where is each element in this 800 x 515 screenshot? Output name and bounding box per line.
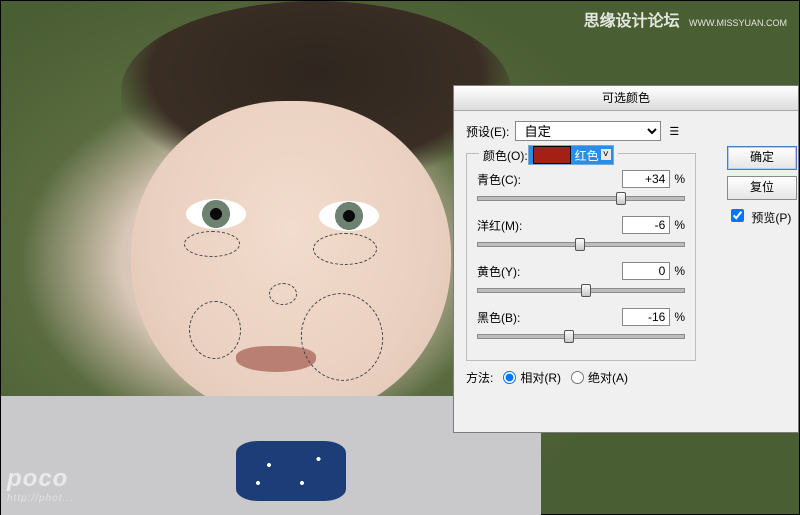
absolute-radio[interactable]	[571, 371, 584, 384]
reset-button[interactable]: 复位	[727, 176, 797, 200]
slider-black: 黑色(B): %	[477, 308, 685, 342]
slider-thumb[interactable]	[581, 284, 591, 297]
selection-marquee[interactable]	[269, 283, 297, 305]
subject-eye-right	[319, 201, 379, 231]
percent-label: %	[674, 172, 685, 186]
slider-label: 黄色(Y):	[477, 263, 622, 280]
method-row: 方法: 相对(R) 绝对(A)	[466, 369, 790, 386]
slider-value-input[interactable]	[622, 262, 670, 280]
slider-value-input[interactable]	[622, 216, 670, 234]
slider-track[interactable]	[477, 190, 685, 204]
watermark-chinese: 思缘设计论坛	[584, 13, 680, 30]
preset-select[interactable]: 自定	[515, 121, 661, 141]
slider-cyan: 青色(C): %	[477, 170, 685, 204]
preview-label: 预览(P)	[751, 211, 791, 225]
watermark-bottom-left: poco http://phot...	[7, 465, 74, 504]
preset-menu-icon[interactable]: ☰	[669, 125, 679, 138]
slider-thumb[interactable]	[616, 192, 626, 205]
chevron-down-icon: ˅	[601, 149, 611, 160]
slider-thumb[interactable]	[575, 238, 585, 251]
slider-value-input[interactable]	[622, 170, 670, 188]
dialog-body: 确定 复位 预览(P) 预设(E): 自定 ☰ 颜色(O):	[454, 111, 798, 433]
slider-label: 洋红(M):	[477, 217, 622, 234]
subject-face	[131, 101, 451, 421]
selection-marquee[interactable]	[184, 231, 240, 257]
color-group: 颜色(O): 红色 ˅ 青色(C): %	[466, 153, 696, 361]
slider-track[interactable]	[477, 328, 685, 342]
relative-radio[interactable]	[503, 371, 516, 384]
method-label: 方法:	[466, 369, 493, 386]
slider-label: 青色(C):	[477, 171, 622, 188]
slider-yellow: 黄色(Y): %	[477, 262, 685, 296]
slider-track[interactable]	[477, 236, 685, 250]
percent-label: %	[674, 218, 685, 232]
percent-label: %	[674, 264, 685, 278]
slider-value-input[interactable]	[622, 308, 670, 326]
watermark-brand: poco	[7, 465, 68, 492]
relative-label: 相对(R)	[520, 369, 561, 386]
watermark-top: 思缘设计论坛 WWW.MISSYUAN.COM	[584, 7, 787, 31]
color-value: 红色	[575, 147, 599, 164]
slider-track[interactable]	[477, 282, 685, 296]
watermark-sub: http://phot...	[7, 493, 74, 504]
selective-color-dialog: 可选颜色 确定 复位 预览(P) 预设(E): 自定 ☰	[453, 85, 799, 433]
ok-button[interactable]: 确定	[727, 146, 797, 170]
workspace: 思缘设计论坛 WWW.MISSYUAN.COM poco http://phot…	[0, 0, 800, 515]
slider-thumb[interactable]	[564, 330, 574, 343]
preset-label: 预设(E):	[466, 123, 509, 140]
dialog-title: 可选颜色	[454, 86, 798, 111]
selection-marquee[interactable]	[189, 301, 241, 359]
slider-magenta: 洋红(M): %	[477, 216, 685, 250]
absolute-label: 绝对(A)	[588, 369, 628, 386]
percent-label: %	[674, 310, 685, 324]
subject-eye-left	[186, 199, 246, 229]
dialog-side-buttons: 确定 复位 预览(P)	[719, 146, 799, 226]
color-label: 颜色(O):	[483, 147, 528, 164]
watermark-url: WWW.MISSYUAN.COM	[689, 18, 787, 28]
preview-checkbox[interactable]	[731, 209, 744, 222]
selection-marquee[interactable]	[313, 233, 377, 265]
subject-bowtie	[236, 441, 346, 501]
color-select[interactable]: 红色 ˅	[528, 145, 614, 165]
color-swatch-icon	[533, 146, 571, 164]
slider-label: 黑色(B):	[477, 309, 622, 326]
